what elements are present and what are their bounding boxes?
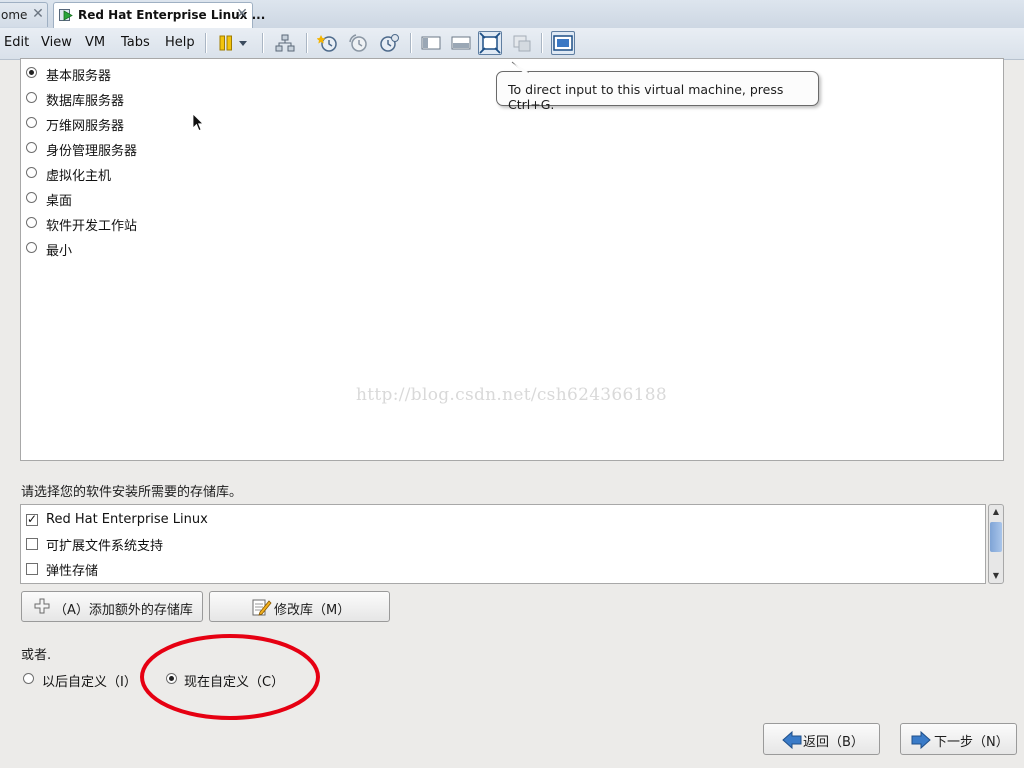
- next-button[interactable]: 下一步（N）: [900, 723, 1017, 755]
- tooltip: To direct input to this virtual machine,…: [496, 71, 819, 112]
- close-icon[interactable]: ✕: [31, 6, 45, 22]
- snapshot-manager-icon[interactable]: [378, 32, 400, 54]
- repo-label: 可扩展文件系统支持: [46, 539, 164, 554]
- menu-help[interactable]: Help: [165, 35, 195, 50]
- tab-home-label: ome: [1, 8, 28, 22]
- repo-checkbox[interactable]: [26, 563, 38, 575]
- group-label: 桌面: [46, 194, 73, 209]
- add-repository-label: （A）添加额外的存储库: [54, 603, 193, 618]
- group-radio[interactable]: [26, 242, 37, 253]
- tooltip-tail: [511, 61, 529, 73]
- customize-later-radio[interactable]: [23, 673, 34, 684]
- dropdown-icon[interactable]: [236, 32, 250, 54]
- scroll-down-icon[interactable]: ▼: [990, 570, 1002, 582]
- next-arrow-icon: [911, 730, 931, 750]
- repository-list: Red Hat Enterprise Linux 可扩展文件系统支持 弹性存储: [20, 504, 986, 584]
- group-option[interactable]: 基本服务器: [26, 65, 326, 85]
- play-vm-icon: [59, 9, 73, 21]
- watermark: http://blog.csdn.net/csh624366188: [356, 385, 668, 405]
- tab-rhel-vm[interactable]: Red Hat Enterprise Linux ... ✕: [53, 2, 265, 28]
- group-option[interactable]: 软件开发工作站: [26, 215, 326, 235]
- toolbar-separator: [262, 33, 263, 53]
- group-radio[interactable]: [26, 92, 37, 103]
- group-label: 虚拟化主机: [46, 169, 112, 184]
- scroll-thumb[interactable]: [990, 522, 1002, 552]
- menu-view[interactable]: View: [41, 35, 72, 50]
- plus-icon: [34, 598, 50, 614]
- unity-icon[interactable]: [511, 32, 533, 54]
- tab-home[interactable]: ome ✕: [0, 2, 48, 27]
- scroll-up-icon[interactable]: ▲: [990, 506, 1002, 518]
- group-label: 基本服务器: [46, 69, 112, 84]
- repo-label: 弹性存储: [46, 564, 99, 579]
- toolbar-separator: [306, 33, 307, 53]
- group-label: 数据库服务器: [46, 94, 125, 109]
- back-arrow-icon: [782, 730, 802, 750]
- back-button[interactable]: 返回（B）: [763, 723, 880, 755]
- group-radio[interactable]: [26, 142, 37, 153]
- pause-icon[interactable]: [215, 32, 237, 54]
- menu-edit[interactable]: Edit: [4, 35, 29, 50]
- toolbar-separator: [541, 33, 542, 53]
- close-icon[interactable]: ✕: [235, 6, 249, 22]
- repo-item[interactable]: Red Hat Enterprise Linux: [26, 510, 426, 530]
- group-option[interactable]: 身份管理服务器: [26, 140, 326, 160]
- group-option[interactable]: 万维网服务器: [26, 115, 326, 135]
- group-radio[interactable]: [26, 217, 37, 228]
- repo-checkbox[interactable]: [26, 538, 38, 550]
- or-label: 或者.: [21, 648, 52, 663]
- repository-scrollbar[interactable]: ▲ ▼: [988, 504, 1004, 584]
- group-option[interactable]: 最小: [26, 240, 326, 260]
- group-option[interactable]: 虚拟化主机: [26, 165, 326, 185]
- add-repository-button[interactable]: （A）添加额外的存储库: [21, 591, 203, 622]
- edit-icon: [252, 599, 272, 616]
- snapshot-take-icon[interactable]: [316, 32, 339, 54]
- group-label: 最小: [46, 244, 73, 259]
- repo-checkbox[interactable]: [26, 512, 38, 526]
- group-radio[interactable]: [26, 117, 37, 128]
- group-radio[interactable]: [26, 192, 37, 203]
- fullscreen-icon[interactable]: [478, 31, 502, 55]
- network-icon[interactable]: [274, 32, 296, 54]
- group-radio[interactable]: [26, 167, 37, 178]
- group-option[interactable]: 桌面: [26, 190, 326, 210]
- toolbar-separator: [410, 33, 411, 53]
- console-view-icon[interactable]: [420, 32, 442, 54]
- group-label: 身份管理服务器: [46, 144, 138, 159]
- next-button-label: 下一步（N）: [934, 735, 1009, 750]
- menu-vm[interactable]: VM: [85, 35, 105, 50]
- mouse-cursor-icon: [192, 113, 204, 132]
- annotation-circle: [140, 634, 320, 720]
- modify-repository-label: 修改库（M）: [274, 603, 351, 618]
- customize-later-option[interactable]: 以后自定义（I）: [23, 671, 138, 690]
- group-label: 万维网服务器: [46, 119, 125, 134]
- group-radio[interactable]: [26, 67, 37, 78]
- repo-item[interactable]: 弹性存储: [26, 559, 426, 579]
- quick-switch-icon[interactable]: [450, 32, 472, 54]
- back-button-label: 返回（B）: [803, 735, 864, 750]
- snapshot-revert-icon[interactable]: [347, 32, 369, 54]
- repo-prompt: 请选择您的软件安装所需要的存储库。: [21, 485, 243, 500]
- menu-toolbar: Edit View VM Tabs Help: [0, 28, 1024, 60]
- repo-item[interactable]: 可扩展文件系统支持: [26, 534, 426, 554]
- repo-label: Red Hat Enterprise Linux: [46, 512, 208, 527]
- menu-tabs[interactable]: Tabs: [121, 35, 150, 50]
- group-option[interactable]: 数据库服务器: [26, 90, 326, 110]
- toolbar-separator: [205, 33, 206, 53]
- customize-later-label: 以后自定义（I）: [42, 675, 137, 690]
- group-label: 软件开发工作站: [46, 219, 138, 234]
- thumbnail-bar-icon[interactable]: [551, 31, 575, 55]
- vm-tab-strip: ome ✕ Red Hat Enterprise Linux ... ✕: [0, 0, 1024, 29]
- modify-repository-button[interactable]: 修改库（M）: [209, 591, 390, 622]
